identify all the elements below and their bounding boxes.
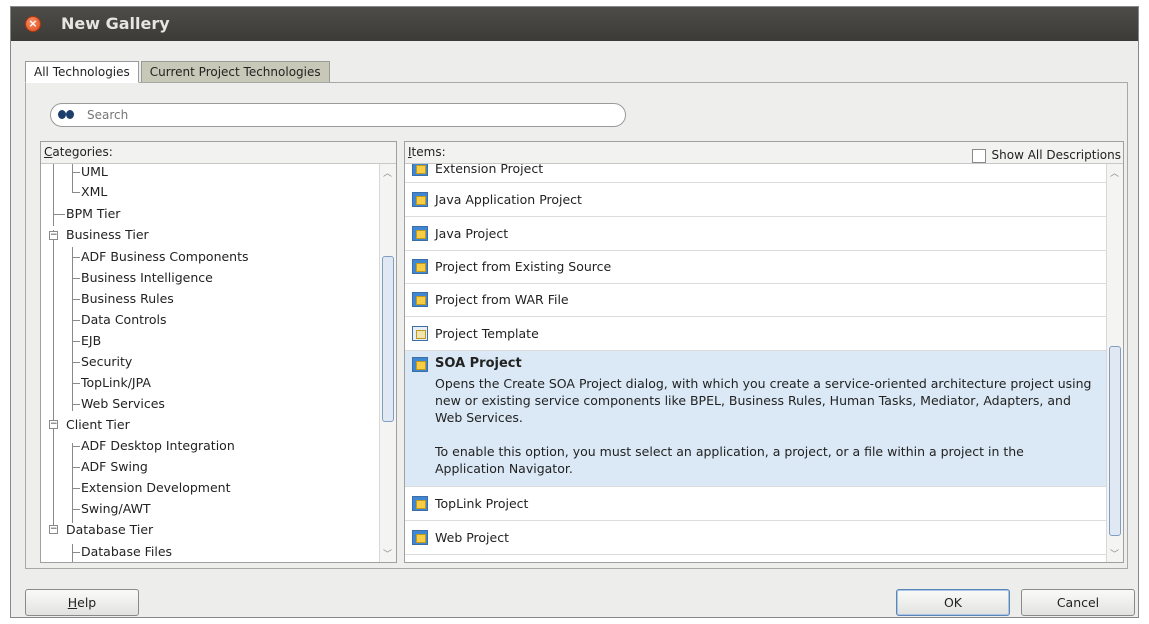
category-adf-desktop-integration[interactable]: ADF Desktop Integration <box>81 438 235 454</box>
items-scrollbar[interactable]: ︿ ﹀ <box>1106 164 1123 562</box>
item-label: Web Project <box>435 530 509 545</box>
tab-panel: Categories: <box>25 82 1128 569</box>
category-database-files[interactable]: Database Files <box>81 544 172 560</box>
search-box[interactable] <box>50 103 626 127</box>
window-title: New Gallery <box>61 14 170 33</box>
project-icon <box>412 192 428 207</box>
item-java-application-project[interactable]: Java Application Project <box>405 183 1106 217</box>
scrollbar-thumb[interactable] <box>1109 346 1121 536</box>
item-label: Project from Existing Source <box>435 259 612 274</box>
categories-pane: Categories: − − − UML XML BPM Tier Busin… <box>40 141 397 563</box>
categories-header-label: ategories: <box>52 145 113 159</box>
scrollbar-thumb[interactable] <box>382 256 394 422</box>
collapse-icon[interactable]: − <box>49 231 58 240</box>
item-project-from-war-file[interactable]: Project from WAR File <box>405 284 1106 317</box>
collapse-icon[interactable]: − <box>49 525 58 534</box>
categories-scrollbar[interactable]: ︿ ﹀ <box>379 164 396 562</box>
item-label: Java Application Project <box>435 192 582 207</box>
tab-current-project-technologies[interactable]: Current Project Technologies <box>140 61 330 83</box>
project-template-icon <box>412 326 428 341</box>
show-all-descriptions[interactable]: Show All Descriptions <box>971 145 1121 166</box>
collapse-icon[interactable]: − <box>49 420 58 429</box>
items-pane: Items: Show All Descriptions Extension P… <box>404 141 1124 563</box>
item-web-project[interactable]: Web Project <box>405 521 1106 555</box>
category-xml[interactable]: XML <box>81 184 107 200</box>
ok-button[interactable]: OK <box>896 589 1010 616</box>
close-icon[interactable]: × <box>25 16 41 32</box>
search-input[interactable] <box>87 108 607 122</box>
categories-tree: − − − UML XML BPM Tier Business Tier ADF… <box>41 164 379 562</box>
category-bpm-tier[interactable]: BPM Tier <box>66 206 120 222</box>
scroll-up-icon[interactable]: ︿ <box>383 166 392 179</box>
item-project-template[interactable]: Project Template <box>405 317 1106 351</box>
binoculars-icon <box>57 108 77 122</box>
category-business-tier[interactable]: Business Tier <box>66 227 149 243</box>
item-extension-project[interactable]: Extension Project <box>405 164 1106 183</box>
show-all-descriptions-label: Show All Descriptions <box>991 148 1121 162</box>
scroll-down-icon[interactable]: ﹀ <box>383 547 392 560</box>
description-paragraph: To enable this option, you must select a… <box>435 444 1024 476</box>
category-client-tier[interactable]: Client Tier <box>66 417 130 433</box>
project-icon <box>412 226 428 241</box>
category-uml[interactable]: UML <box>81 164 108 180</box>
project-icon <box>412 164 428 176</box>
category-swing-awt[interactable]: Swing/AWT <box>81 501 151 517</box>
tab-all-technologies[interactable]: All Technologies <box>25 61 139 83</box>
item-label: Java Project <box>435 226 509 241</box>
project-icon <box>412 357 428 372</box>
item-java-project[interactable]: Java Project <box>405 217 1106 251</box>
scroll-down-icon[interactable]: ﹀ <box>1110 547 1119 560</box>
item-project-from-existing-source[interactable]: Project from Existing Source <box>405 251 1106 284</box>
item-toplink-project[interactable]: TopLink Project <box>405 487 1106 521</box>
item-label: Extension Project <box>435 164 544 176</box>
items-header-label: Items: <box>408 145 446 159</box>
cancel-button[interactable]: Cancel <box>1021 589 1135 616</box>
category-extension-development[interactable]: Extension Development <box>81 480 231 496</box>
item-label: SOA Project <box>435 356 522 371</box>
categories-header: Categories: <box>41 142 396 164</box>
scroll-up-icon[interactable]: ︿ <box>1110 166 1119 179</box>
project-icon <box>412 259 428 274</box>
item-label: Project Template <box>435 326 539 341</box>
items-header: Items: Show All Descriptions <box>405 142 1123 164</box>
category-database-tier[interactable]: Database Tier <box>66 522 153 538</box>
item-soa-project[interactable]: SOA Project Opens the Create SOA Project… <box>405 351 1106 487</box>
category-adf-business-components[interactable]: ADF Business Components <box>81 249 249 265</box>
category-web-services[interactable]: Web Services <box>81 396 165 412</box>
tab-strip: All Technologies Current Project Technol… <box>25 61 330 83</box>
title-bar: × New Gallery <box>11 7 1138 41</box>
category-toplink-jpa[interactable]: TopLink/JPA <box>81 375 151 391</box>
item-description: Opens the Create SOA Project dialog, wit… <box>435 375 1095 477</box>
show-all-descriptions-checkbox[interactable] <box>971 148 986 163</box>
project-icon <box>412 496 428 511</box>
category-data-controls[interactable]: Data Controls <box>81 312 167 328</box>
category-business-rules[interactable]: Business Rules <box>81 291 174 307</box>
items-list: Extension Project Java Application Proje… <box>405 164 1106 562</box>
category-security[interactable]: Security <box>81 354 132 370</box>
category-business-intelligence[interactable]: Business Intelligence <box>81 270 213 286</box>
item-label: TopLink Project <box>435 496 529 511</box>
description-paragraph: Opens the Create SOA Project dialog, wit… <box>435 376 1092 425</box>
category-adf-swing[interactable]: ADF Swing <box>81 459 148 475</box>
help-button[interactable]: Help <box>25 589 139 616</box>
new-gallery-dialog: × New Gallery All Technologies Current P… <box>10 6 1139 618</box>
item-label: Project from WAR File <box>435 292 569 307</box>
project-icon <box>412 530 428 545</box>
category-ejb[interactable]: EJB <box>81 333 101 349</box>
project-icon <box>412 292 428 307</box>
